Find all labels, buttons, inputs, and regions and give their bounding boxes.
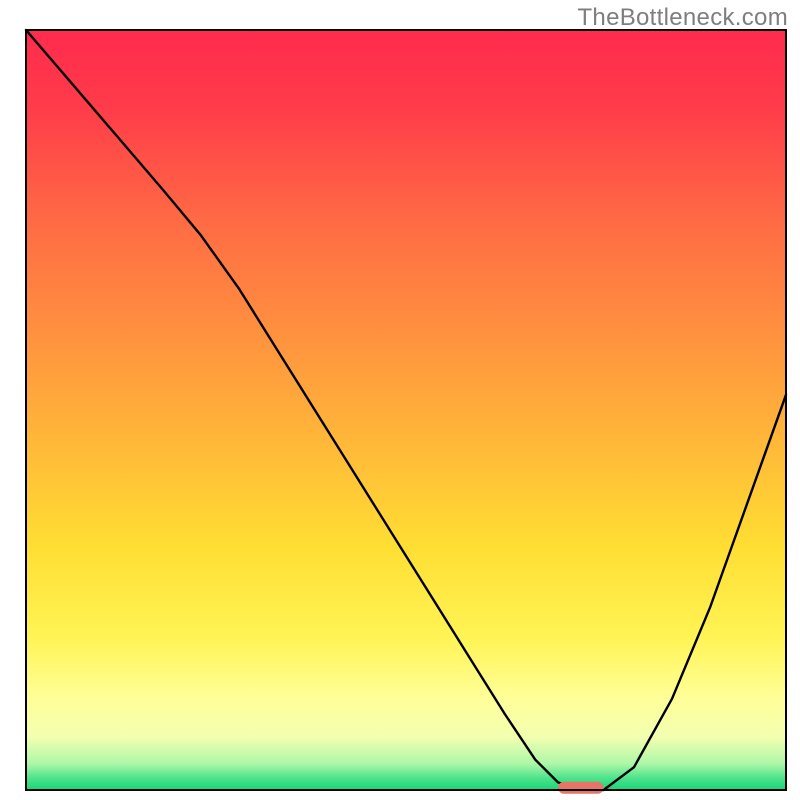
chart-container: TheBottleneck.com xyxy=(0,0,800,800)
bottleneck-chart xyxy=(0,0,800,800)
watermark-label: TheBottleneck.com xyxy=(577,4,788,32)
optimal-marker xyxy=(558,782,604,794)
gradient-background xyxy=(26,30,786,790)
